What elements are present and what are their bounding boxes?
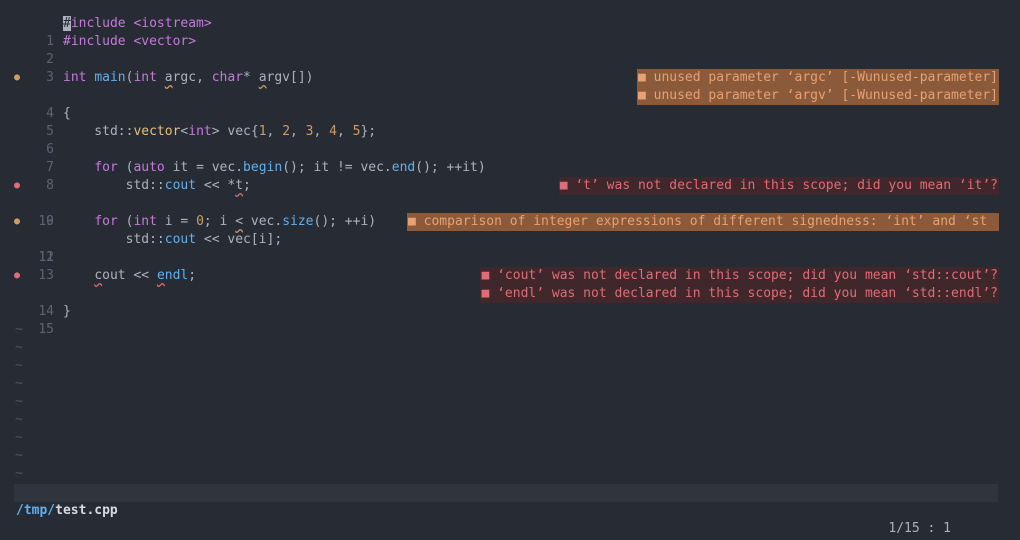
- warning-squiggle: a: [164, 70, 173, 85]
- error-squiggle: e: [156, 268, 165, 283]
- error-squiggle: t: [235, 178, 244, 193]
- empty-line-marker: ~: [0, 465, 1020, 483]
- code-line[interactable]: 13: [0, 249, 1020, 283]
- code-line[interactable]: 2 #include <vector>: [0, 33, 1020, 67]
- directory-path: /tmp/: [16, 503, 56, 518]
- error-sign-icon: ●: [14, 270, 21, 281]
- code-text[interactable]: #include <vector>: [63, 33, 196, 51]
- diagnostic-row: ■ unused parameter ‘argv’ [-Wunused-para…: [0, 87, 1020, 105]
- code-line[interactable]: ● 9 std::cout << *t; ■ ‘t’ was not decla…: [0, 177, 1020, 229]
- warning-squiggle: <: [235, 214, 244, 229]
- empty-line-marker: ~: [0, 357, 1020, 375]
- warning-sign-icon: ●: [14, 72, 21, 83]
- empty-line-marker: ~: [0, 339, 1020, 357]
- diagnostic-warning: ■ comparison of integer expressions of d…: [407, 213, 999, 231]
- code-line[interactable]: ● 14 cout << endl; ■ ‘cout’ was not decl…: [0, 267, 1020, 319]
- code-text[interactable]: #include <iostream>: [63, 15, 212, 33]
- code-text[interactable]: int main(int argc, char* argv[]): [63, 69, 314, 87]
- code-text[interactable]: std::cout << vec[i];: [63, 231, 283, 249]
- empty-line-marker: ~: [0, 321, 1020, 339]
- diagnostic-error: ■ ‘endl’ was not declared in this scope;…: [480, 285, 999, 303]
- code-text[interactable]: cout << endl;: [63, 267, 196, 285]
- diagnostic-row: ■ ‘endl’ was not declared in this scope;…: [0, 285, 1020, 303]
- diagnostic-warning: ■ unused parameter ‘argc’ [-Wunused-para…: [636, 69, 999, 87]
- error-squiggle: c: [94, 268, 103, 283]
- code-line[interactable]: ● 11 for (int i = 0; i < vec.size(); ++i…: [0, 213, 1020, 265]
- tilde-marker: ~: [15, 394, 23, 409]
- tilde-marker: ~: [15, 340, 23, 355]
- tilde-marker: ~: [15, 430, 23, 445]
- cursor-position: 1/15 : 1: [888, 521, 951, 536]
- empty-line-marker: ~: [0, 447, 1020, 465]
- tilde-marker: ~: [15, 358, 23, 373]
- tilde-marker: ~: [15, 322, 23, 337]
- empty-line-marker: ~: [0, 375, 1020, 393]
- code-line[interactable]: 3: [0, 51, 1020, 85]
- diagnostic-warning: ■ unused parameter ‘argv’ [-Wunused-para…: [636, 87, 999, 105]
- warning-squiggle: a: [258, 70, 267, 85]
- code-line[interactable]: 5 {: [0, 105, 1020, 139]
- empty-line-marker: ~: [0, 429, 1020, 447]
- code-line[interactable]: 1 #include <iostream>: [0, 15, 1020, 49]
- tilde-marker: ~: [15, 412, 23, 427]
- code-line[interactable]: 12 std::cout << vec[i];: [0, 231, 1020, 265]
- code-line[interactable]: 8 for (auto it = vec.begin(); it != vec.…: [0, 159, 1020, 193]
- code-text[interactable]: {: [63, 105, 71, 123]
- code-line[interactable]: ● 4 int main(int argc, char* argv[]) ■ u…: [0, 69, 1020, 121]
- code-line[interactable]: 7: [0, 141, 1020, 175]
- code-text[interactable]: std::vector<int> vec{1, 2, 3, 4, 5};: [63, 123, 376, 141]
- file-path: /tmp/test.cpp: [16, 502, 118, 520]
- status-bar: /tmp/test.cpp 1/15 : 1: [14, 484, 998, 536]
- tilde-marker: ~: [15, 448, 23, 463]
- code-text[interactable]: for (auto it = vec.begin(); it != vec.en…: [63, 159, 485, 177]
- code-line[interactable]: 15 }: [0, 303, 1020, 337]
- code-text[interactable]: for (int i = 0; i < vec.size(); ++i): [63, 213, 376, 231]
- warning-sign-icon: ●: [14, 216, 21, 227]
- code-editor[interactable]: 1 #include <iostream> 2 #include <vector…: [0, 15, 1020, 483]
- tilde-marker: ~: [15, 376, 23, 391]
- diagnostic-error: ■ ‘t’ was not declared in this scope; di…: [558, 177, 999, 195]
- code-text[interactable]: std::cout << *t;: [63, 177, 251, 195]
- empty-line-marker: ~: [0, 393, 1020, 411]
- code-line[interactable]: 6 std::vector<int> vec{1, 2, 3, 4, 5};: [0, 123, 1020, 157]
- empty-line-marker: ~: [0, 411, 1020, 429]
- diagnostic-error: ■ ‘cout’ was not declared in this scope;…: [480, 267, 999, 285]
- tilde-marker: ~: [15, 466, 23, 481]
- file-name: test.cpp: [55, 503, 118, 518]
- error-sign-icon: ●: [14, 180, 21, 191]
- code-text[interactable]: }: [63, 303, 71, 321]
- text-cursor: #: [63, 16, 71, 31]
- code-line[interactable]: 10: [0, 195, 1020, 229]
